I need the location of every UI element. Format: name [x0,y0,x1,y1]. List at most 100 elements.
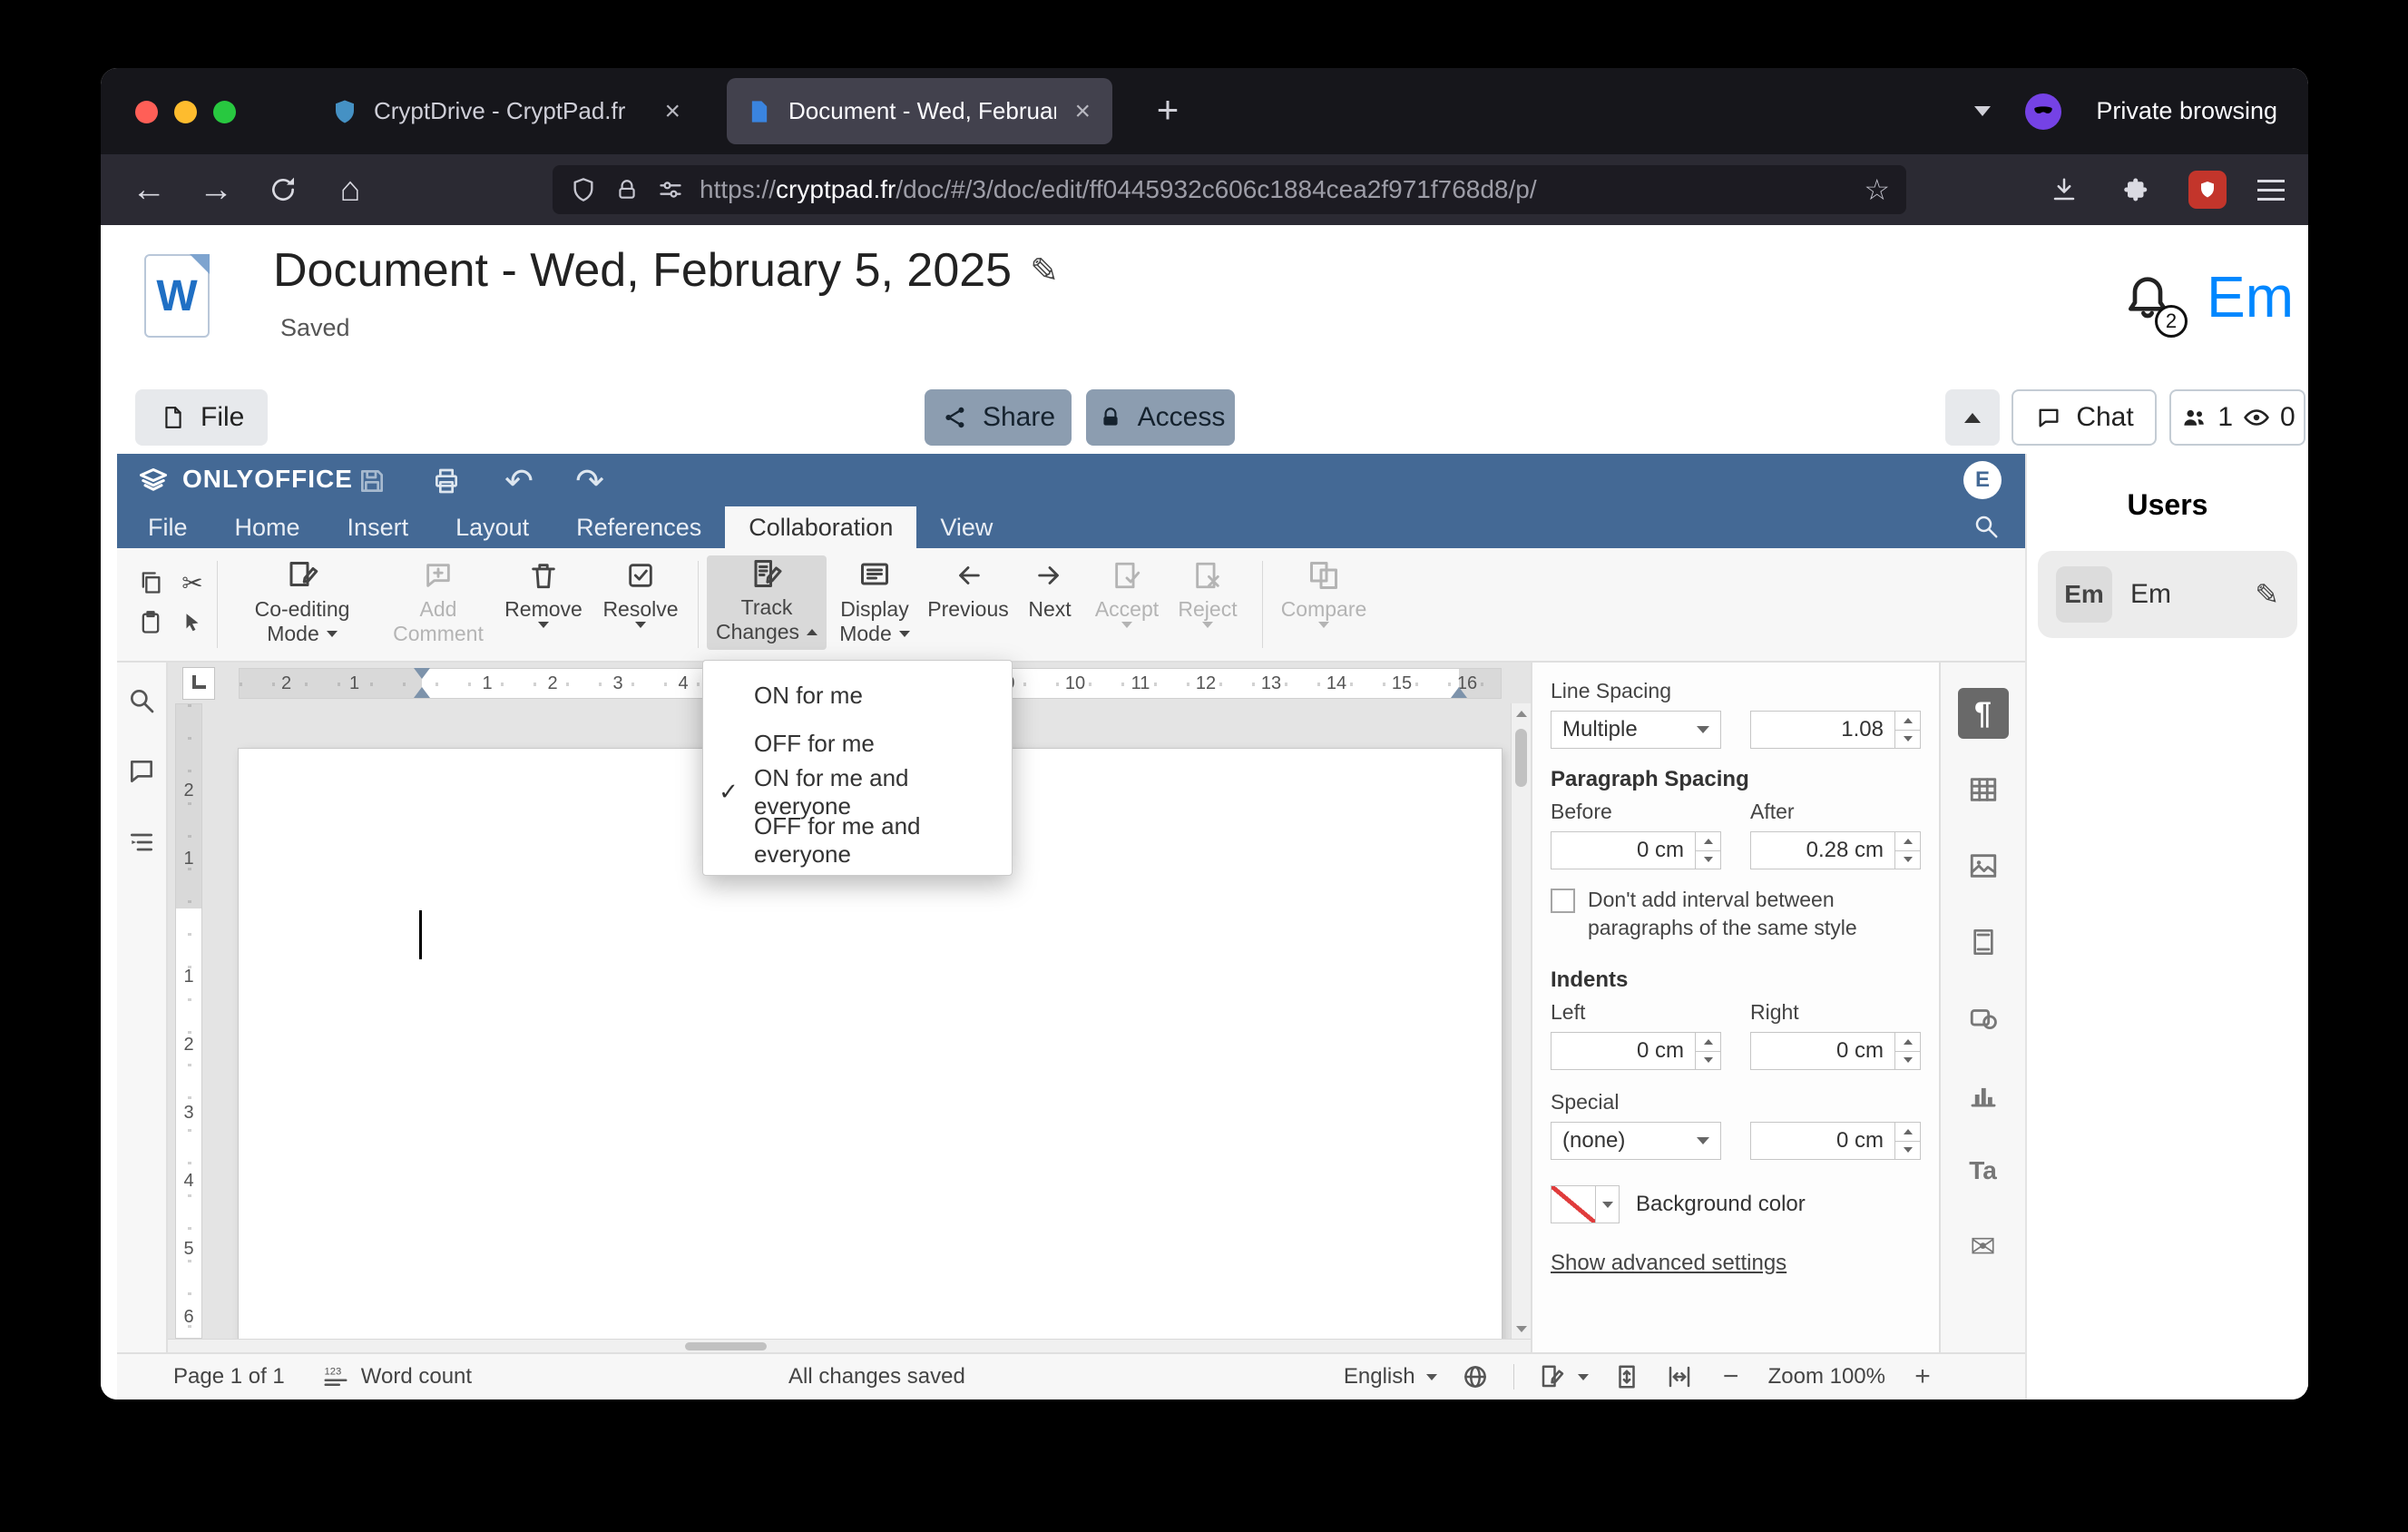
textart-settings-icon[interactable]: Ta [1958,1145,2009,1196]
share-button[interactable]: Share [925,389,1072,446]
navigation-headings-icon[interactable] [123,824,160,860]
tab-stop-selector[interactable] [182,667,215,700]
spinner-arrows[interactable] [1695,1033,1720,1069]
scrollbar-thumb[interactable] [685,1342,767,1350]
tab-view[interactable]: View [916,506,1016,548]
bookmark-star-icon[interactable]: ☆ [1864,172,1890,207]
paragraph-settings-icon[interactable]: ¶ [1957,688,2009,739]
tab-home[interactable]: Home [211,506,324,548]
spinner-arrows[interactable] [1894,1123,1920,1159]
new-tab-button[interactable]: + [1144,88,1191,135]
spellcheck-globe-icon[interactable] [1461,1362,1490,1391]
undo-button[interactable]: ↶ [502,463,536,501]
coediting-mode-button[interactable]: Co-editing Mode [235,557,369,646]
tab-references[interactable]: References [553,506,725,548]
close-tab-icon[interactable]: × [661,96,684,127]
spinner-arrows[interactable] [1695,832,1720,869]
user-display-name[interactable]: Em [2207,263,2294,330]
save-button[interactable] [355,464,389,498]
spinner-arrows[interactable] [1894,1033,1920,1069]
fit-page-icon[interactable] [1612,1362,1641,1391]
address-bar[interactable]: https://cryptpad.fr/doc/#/3/doc/edit/ff0… [553,165,1906,214]
next-change-button[interactable]: Next [1012,557,1088,622]
maximize-window-button[interactable] [213,101,236,123]
scroll-up-arrow[interactable] [1512,703,1531,723]
dropdown-menu-item[interactable]: ✓ ON for me and everyone [703,764,1012,820]
dropdown-menu-item[interactable]: OFF for me [703,720,1012,768]
resolve-button[interactable]: Resolve [595,557,686,628]
image-settings-icon[interactable] [1958,840,2009,891]
participants-pill[interactable]: 1 0 [2169,389,2305,446]
dropdown-menu-item[interactable]: ON for me [703,672,1012,720]
edit-name-pencil-icon[interactable]: ✎ [2255,577,2279,612]
close-tab-icon[interactable]: × [1071,96,1094,127]
copy-button[interactable] [130,563,171,603]
menu-hamburger-icon[interactable] [2257,179,2285,201]
file-menu-button[interactable]: File [135,389,269,446]
print-button[interactable] [429,464,464,498]
accept-change-button[interactable]: Accept [1088,557,1166,628]
scroll-down-arrow[interactable] [1512,1319,1531,1339]
reject-change-button[interactable]: Reject [1170,557,1246,628]
rename-pencil-icon[interactable]: ✎ [1030,250,1059,291]
vertical-ruler[interactable]: 2 1 1 2 3 4 5 6 [175,703,202,1339]
table-settings-icon[interactable] [1958,764,2009,815]
previous-change-button[interactable]: Previous [925,557,1012,622]
notifications-bell-icon[interactable]: 2 [2122,269,2188,338]
headerfooter-settings-icon[interactable] [1958,917,2009,967]
spinner-arrows[interactable] [1894,832,1920,869]
compare-button[interactable]: Compare [1278,557,1369,628]
indent-right-input[interactable]: 0 cm [1750,1032,1921,1070]
back-button[interactable]: ← [128,169,170,211]
line-spacing-value-spinner[interactable]: 1.08 [1750,711,1921,749]
tab-collaboration[interactable]: Collaboration [725,506,917,548]
special-indent-input[interactable]: 0 cm [1750,1122,1921,1160]
user-list-item[interactable]: Em Em ✎ [2038,551,2297,638]
zoom-in-button[interactable]: + [1909,1361,1936,1392]
display-mode-button[interactable]: Display Mode [820,557,929,646]
editor-user-avatar[interactable]: E [1963,461,2002,499]
tab-file[interactable]: File [124,506,211,548]
right-indent-marker[interactable] [1451,687,1467,698]
search-icon[interactable] [1972,513,2002,542]
page-title[interactable]: Document - Wed, February 5, 2025 [273,243,1012,298]
left-indent-marker[interactable] [414,687,430,698]
tab-cryptdrive[interactable]: CryptDrive - CryptPad.fr × [312,78,702,144]
extensions-puzzle-icon[interactable] [2116,169,2158,211]
home-button[interactable]: ⌂ [329,169,371,211]
track-changes-toggle[interactable] [1538,1362,1589,1391]
zoom-level[interactable]: Zoom 100% [1768,1364,1885,1390]
page-indicator[interactable]: Page 1 of 1 [173,1364,285,1390]
vertical-scrollbar[interactable] [1511,703,1531,1339]
spacing-after-input[interactable]: 0.28 cm [1750,831,1921,869]
minimize-window-button[interactable] [174,101,197,123]
horizontal-scrollbar[interactable] [168,1339,1531,1352]
spacing-before-input[interactable]: 0 cm [1551,831,1721,869]
close-window-button[interactable] [135,101,158,123]
access-button[interactable]: Access [1086,389,1235,446]
scrollbar-thumb[interactable] [1515,729,1527,787]
no-interval-checkbox[interactable] [1551,889,1575,913]
shape-settings-icon[interactable] [1958,993,2009,1044]
reload-button[interactable] [262,169,304,211]
special-indent-select[interactable]: (none) [1551,1122,1721,1160]
chart-settings-icon[interactable] [1958,1069,2009,1120]
paste-button[interactable] [130,603,171,643]
mailmerge-settings-icon[interactable]: ✉ [1958,1222,2009,1272]
redo-button[interactable]: ↷ [573,463,607,501]
comments-panel-icon[interactable] [123,753,160,790]
add-comment-button[interactable]: Add Comment [386,557,491,646]
downloads-icon[interactable] [2043,169,2085,211]
ublock-extension-icon[interactable] [2188,171,2227,209]
collapse-toolbar-button[interactable] [1945,389,2000,446]
first-line-indent-marker[interactable] [414,668,430,679]
advanced-settings-link[interactable]: Show advanced settings [1551,1251,1921,1276]
list-all-tabs-icon[interactable] [1974,106,1992,116]
dropdown-menu-item[interactable]: OFF for me and everyone [703,812,1012,868]
indent-left-input[interactable]: 0 cm [1551,1032,1721,1070]
fit-width-icon[interactable] [1665,1362,1694,1391]
chevron-down-icon[interactable] [1595,1186,1619,1223]
tab-layout[interactable]: Layout [432,506,553,548]
forward-button[interactable]: → [195,169,237,211]
select-button[interactable] [171,603,213,643]
